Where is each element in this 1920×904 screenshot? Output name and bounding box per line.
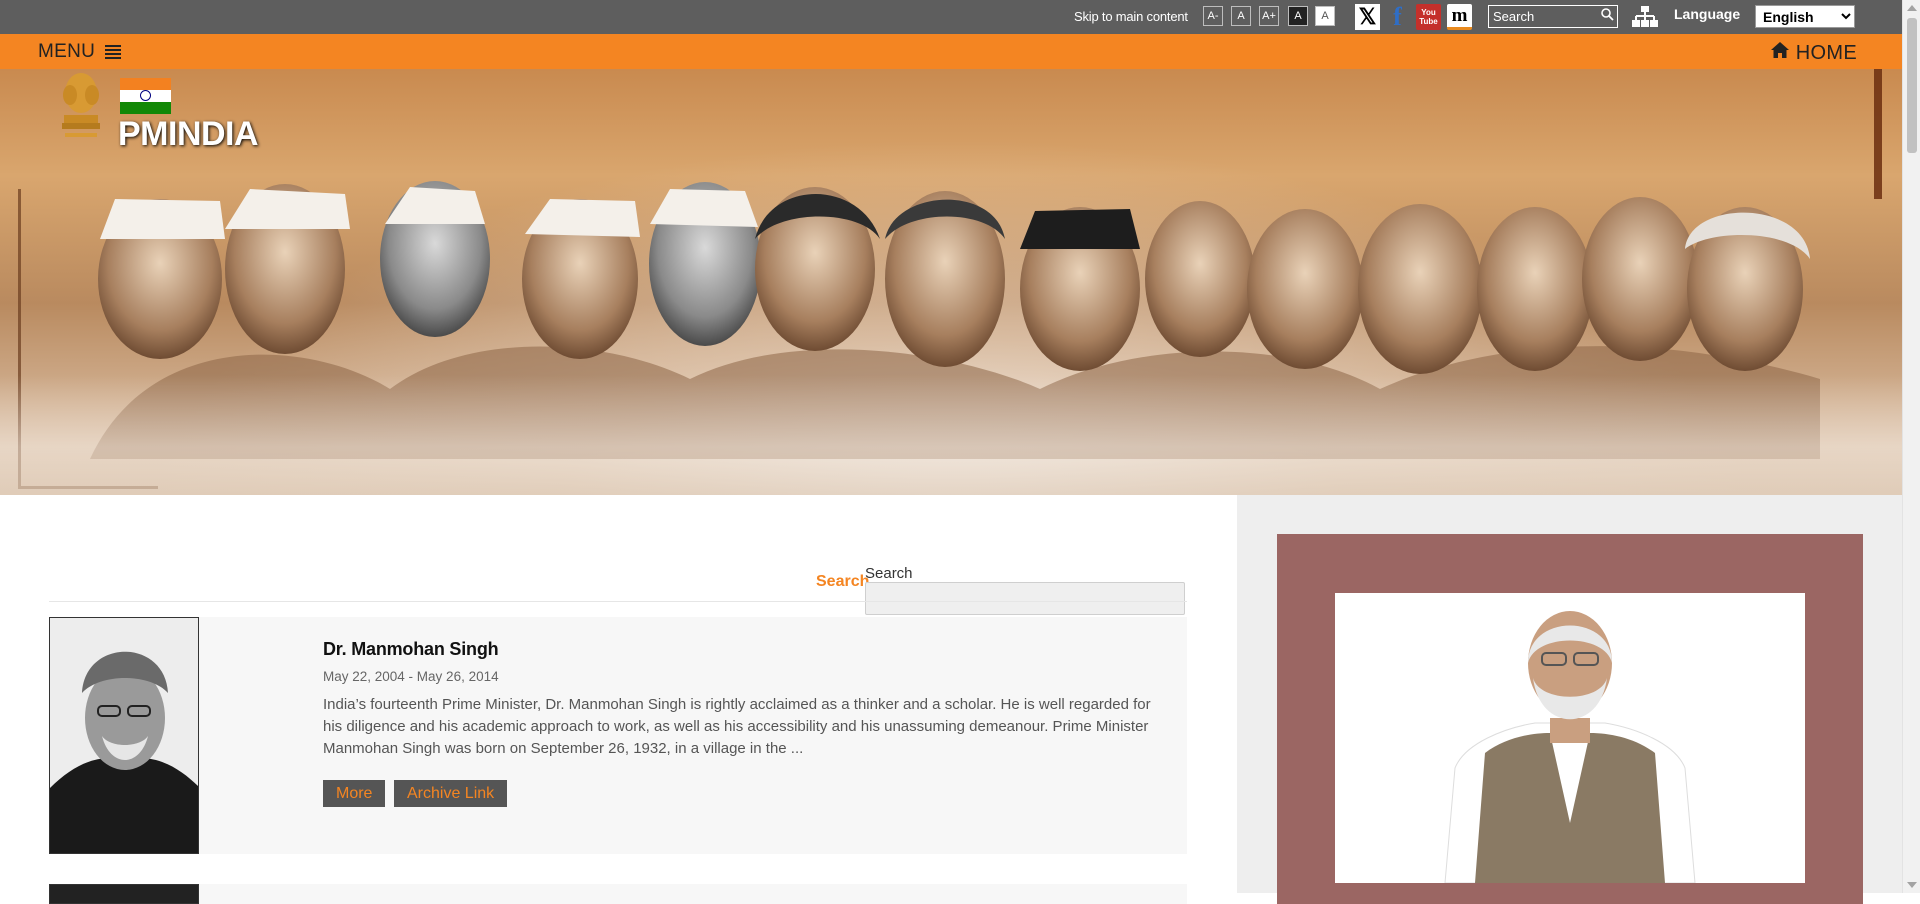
archive-link-button[interactable]: Archive Link bbox=[394, 780, 508, 807]
font-normal-button[interactable]: A bbox=[1231, 6, 1251, 26]
search-icon[interactable] bbox=[1601, 8, 1614, 24]
pm-term-dates: May 22, 2004 - May 26, 2014 bbox=[323, 669, 499, 684]
top-utility-bar: Skip to main content A- A A+ A A 𝕏 f You… bbox=[0, 0, 1902, 34]
scroll-up-icon[interactable] bbox=[1907, 5, 1917, 11]
scroll-down-icon[interactable] bbox=[1907, 882, 1917, 888]
indian-flag-icon bbox=[120, 78, 171, 114]
pm-photo bbox=[49, 884, 199, 904]
more-button[interactable]: More bbox=[323, 780, 386, 807]
youtube-icon-text-bottom: Tube bbox=[1419, 17, 1438, 26]
sitemap-icon[interactable] bbox=[1632, 5, 1658, 29]
page-scrollbar[interactable] bbox=[1902, 0, 1920, 893]
pm-list-item: Dr. Manmohan Singh May 22, 2004 - May 26… bbox=[49, 617, 1187, 854]
skip-to-main-content-link[interactable]: Skip to main content bbox=[1074, 9, 1188, 24]
current-pm-photo[interactable] bbox=[1335, 593, 1805, 883]
home-icon bbox=[1770, 41, 1790, 65]
decorative-frame-right bbox=[1874, 69, 1882, 199]
pm-description: India’s fourteenth Prime Minister, Dr. M… bbox=[323, 696, 1151, 757]
current-pm-panel bbox=[1277, 534, 1863, 904]
youtube-icon-text-top: You bbox=[1421, 8, 1436, 17]
sidebar bbox=[1237, 495, 1902, 904]
search-input[interactable] bbox=[865, 582, 1185, 615]
home-label: HOME bbox=[1795, 41, 1857, 64]
search-field-label: Search bbox=[865, 565, 913, 582]
search-section: Search Search bbox=[816, 529, 1186, 615]
main-nav-bar: MENU HOME bbox=[0, 34, 1902, 69]
top-search-input[interactable] bbox=[1489, 6, 1594, 27]
light-contrast-button[interactable]: A bbox=[1315, 6, 1335, 26]
hamburger-icon bbox=[105, 45, 122, 59]
home-button[interactable]: HOME bbox=[1770, 41, 1857, 65]
font-decrease-button[interactable]: A- bbox=[1203, 6, 1223, 26]
pm-name-link[interactable]: Dr. Manmohan Singh bbox=[323, 639, 499, 660]
national-emblem-icon bbox=[62, 73, 100, 137]
search-link[interactable]: Search bbox=[816, 573, 869, 591]
font-increase-button[interactable]: A+ bbox=[1259, 6, 1279, 26]
mygov-icon[interactable]: m bbox=[1447, 4, 1472, 30]
youtube-icon[interactable]: You Tube bbox=[1416, 4, 1441, 30]
smoke-overlay bbox=[0, 375, 1902, 495]
language-label: Language bbox=[1674, 6, 1741, 22]
pm-photo bbox=[49, 617, 199, 854]
site-logo-text[interactable]: PMINDIA bbox=[118, 115, 259, 154]
facebook-icon[interactable]: f bbox=[1385, 2, 1410, 31]
divider bbox=[49, 601, 1187, 602]
menu-button[interactable]: MENU bbox=[38, 41, 122, 63]
scrollbar-thumb[interactable] bbox=[1907, 18, 1917, 153]
hero-banner: PMINDIA bbox=[0, 69, 1902, 495]
language-select[interactable]: English bbox=[1755, 5, 1855, 28]
pm-list-item bbox=[49, 884, 1187, 904]
dark-contrast-button[interactable]: A bbox=[1288, 6, 1308, 26]
top-search-box bbox=[1488, 5, 1618, 28]
x-twitter-icon[interactable]: 𝕏 bbox=[1355, 4, 1380, 30]
menu-label: MENU bbox=[38, 41, 96, 62]
